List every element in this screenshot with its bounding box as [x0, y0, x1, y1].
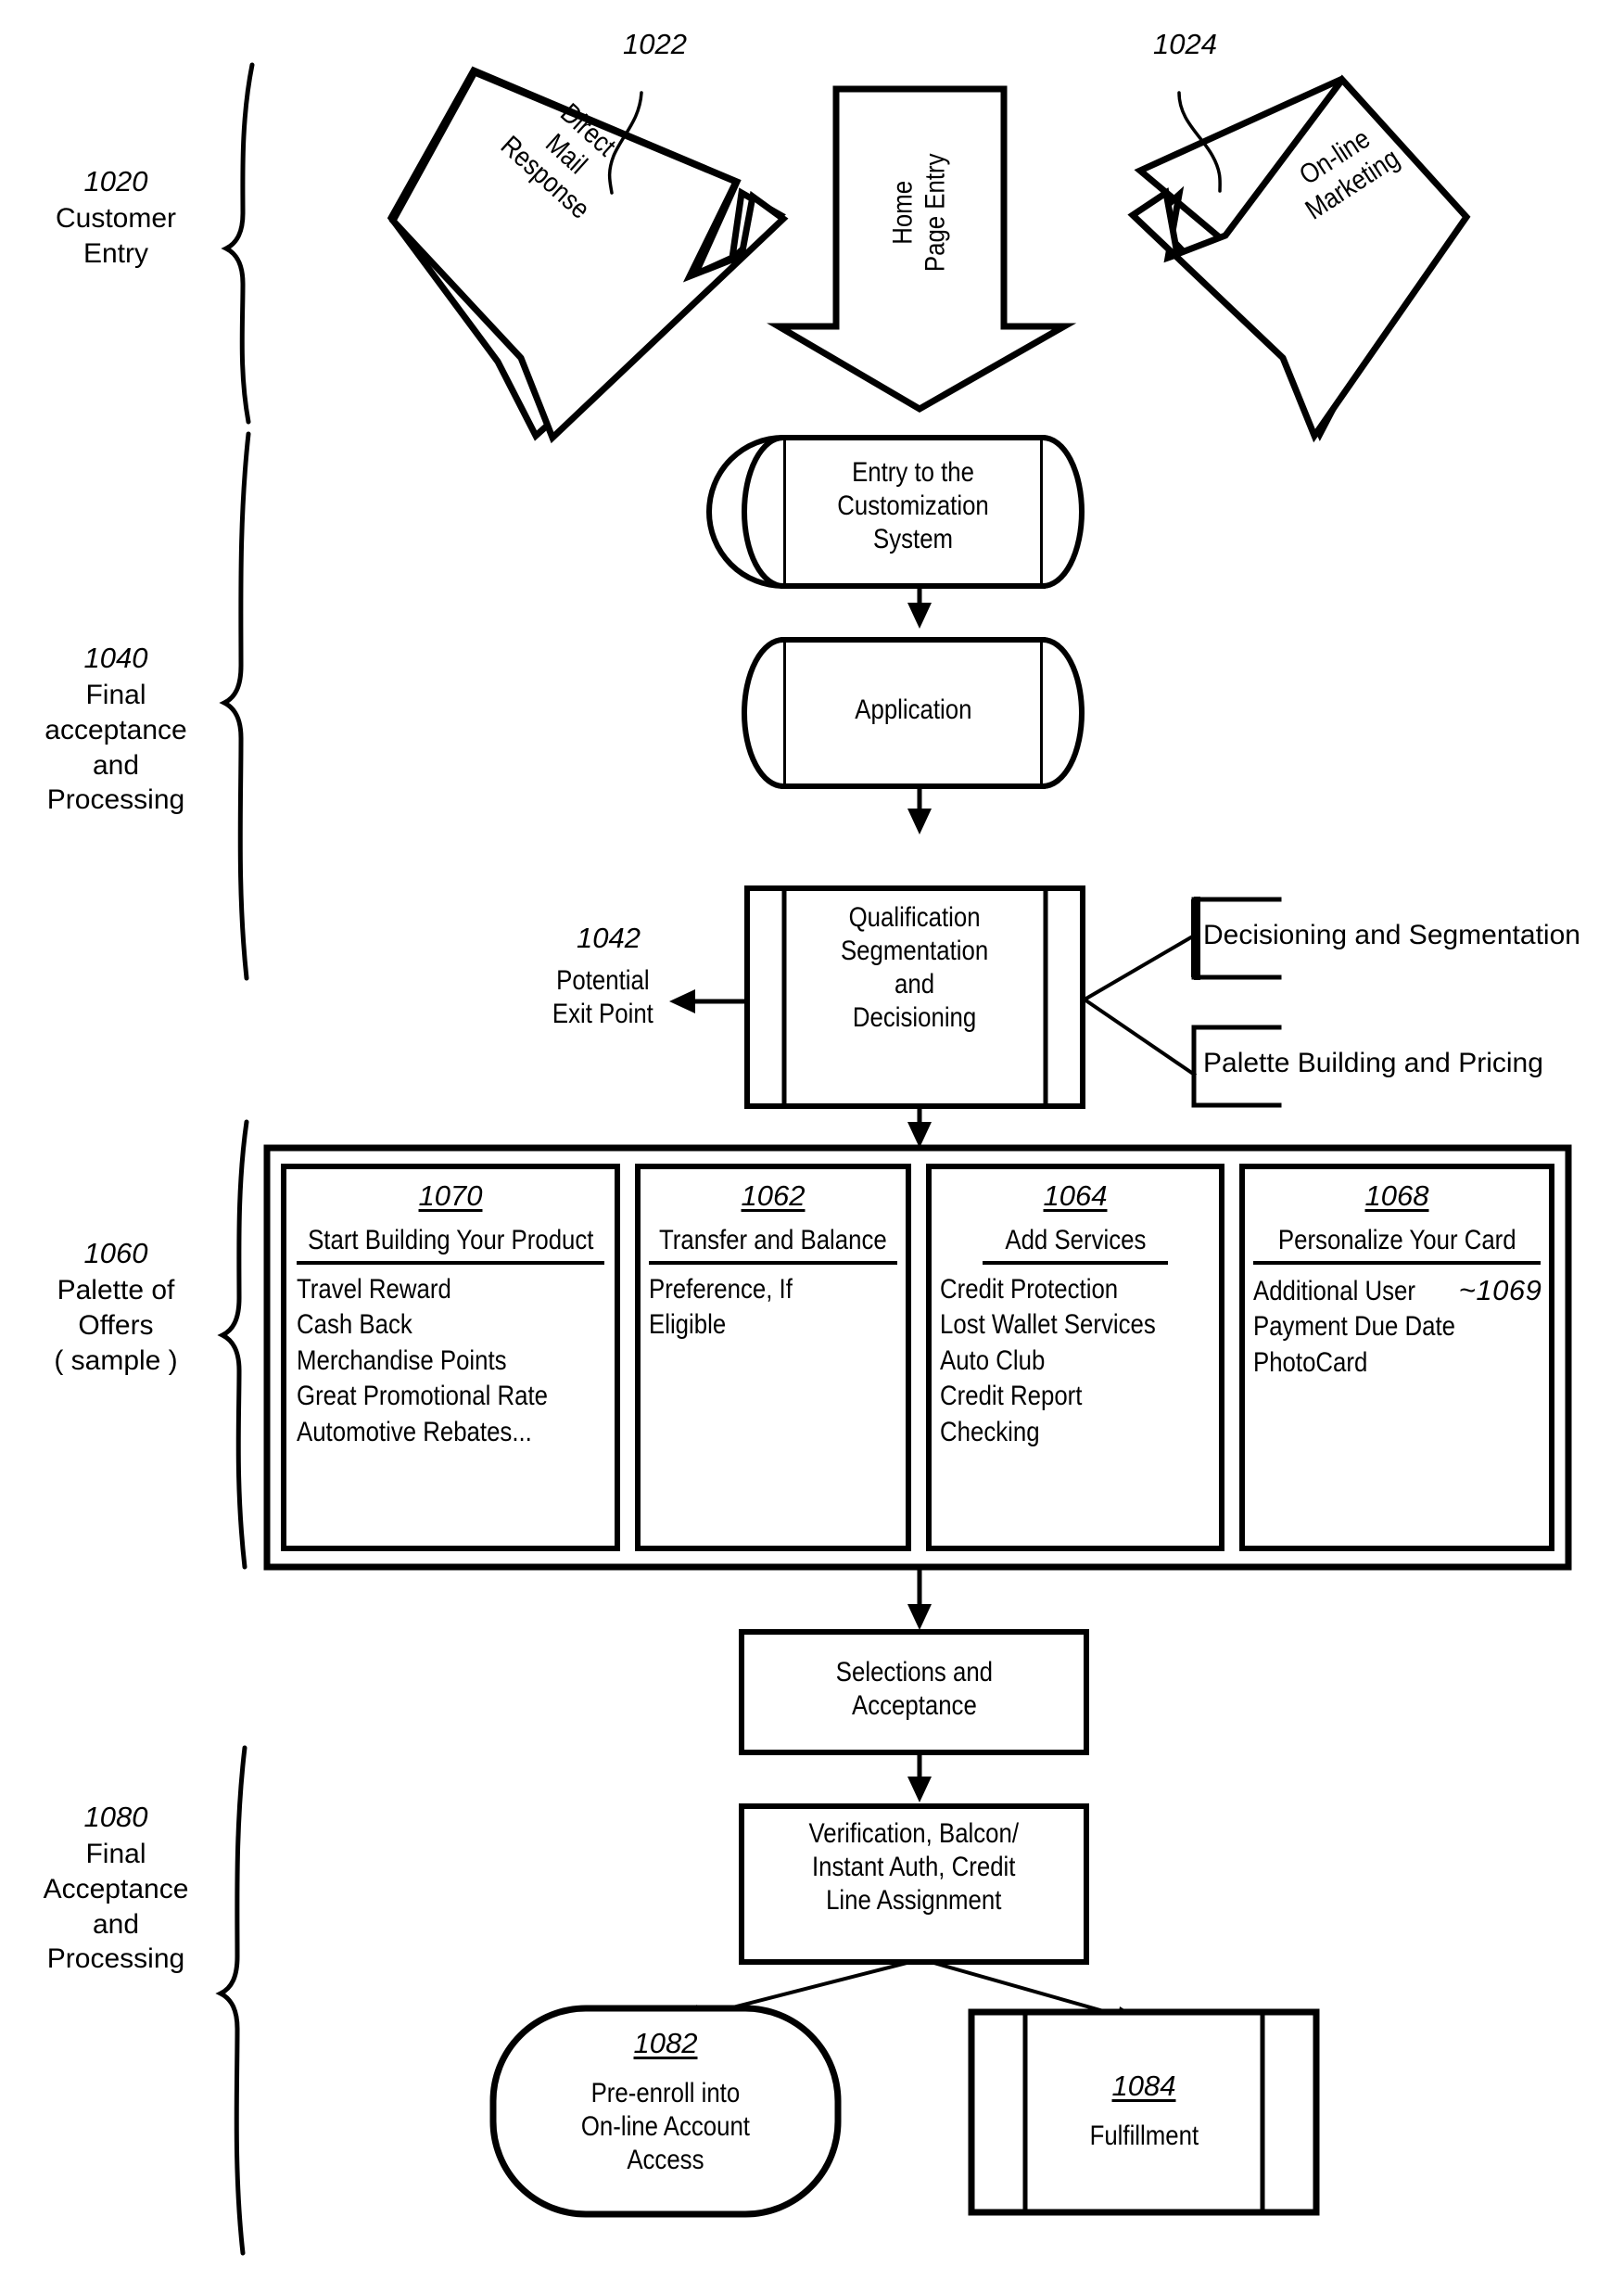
node-label-entry-to-customization-system: Entry to the Customization System — [837, 457, 989, 554]
section-label-1080: 1080 Final Acceptance and Processing — [9, 1799, 222, 1977]
palette-rule-1070 — [297, 1261, 604, 1265]
palette-heading-1068: Personalize Your Card — [1242, 1224, 1552, 1257]
palette-item: Travel Reward — [297, 1274, 451, 1305]
ref-1022: 1022 — [623, 28, 687, 60]
palette-rule-1062 — [649, 1261, 897, 1265]
exit-point-label: Potential Exit Point — [552, 965, 653, 1029]
connector-entry-to-application — [907, 583, 932, 629]
section-text-1040: Final acceptance and Processing — [44, 680, 187, 816]
section-brace-1080 — [215, 1745, 247, 2256]
palette-heading-text-1070: Start Building Your Product — [307, 1225, 594, 1255]
connector-application-to-qualification — [907, 783, 932, 834]
figure-canvas: 1020 Customer Entry 1040 Final acceptance a… — [0, 0, 1624, 2280]
entry-arrow-label-home-page: Home Page Entry — [887, 153, 951, 273]
node-num-1084: 1084 — [1111, 2070, 1176, 2102]
ref-1024: 1024 — [1153, 28, 1217, 60]
connector-palette-to-selections — [907, 1564, 932, 1630]
palette-rule-1064 — [983, 1261, 1168, 1265]
section-num-1040: 1040 — [83, 642, 148, 674]
node-label-fulfillment-text: Fulfillment — [1089, 2121, 1199, 2151]
connector-selections-to-verification — [907, 1750, 932, 1802]
section-brace-1060 — [217, 1119, 249, 1570]
node-label-fulfillment: Fulfillment — [1025, 2120, 1262, 2153]
palette-items-1064: Credit Protection Lost Wallet Services A… — [940, 1272, 1227, 1450]
palette-item: Automotive Rebates... — [297, 1416, 532, 1447]
palette-heading-1064: Add Services — [929, 1224, 1222, 1257]
connector-qualification-to-palette — [907, 1103, 932, 1148]
palette-items-1070: Travel Reward Cash Back Merchandise Poin… — [297, 1272, 612, 1450]
palette-inline-ref-1069: ~1069 — [1458, 1274, 1542, 1306]
palette-item: Payment Due Date — [1253, 1311, 1455, 1343]
section-text-1020: Customer Entry — [55, 203, 177, 269]
palette-item: Merchandise Points — [297, 1344, 507, 1376]
palette-item: Additional User — [1253, 1276, 1415, 1306]
palette-item: Lost Wallet Services — [940, 1309, 1156, 1341]
section-text-1060: Palette of Offers( sample ) — [54, 1275, 178, 1376]
section-label-1060: 1060 Palette of Offers( sample ) — [9, 1235, 222, 1378]
ref-1042: 1042 — [577, 922, 641, 954]
palette-item: Credit Report Checking — [940, 1381, 1083, 1447]
palette-item: PhotoCard — [1253, 1346, 1368, 1378]
palette-heading-text-1068: Personalize Your Card — [1277, 1225, 1516, 1255]
section-num-1080: 1080 — [83, 1801, 148, 1833]
node-label-preenroll: Pre-enroll into On-line Account Access — [580, 2078, 751, 2175]
palette-heading-text-1062: Transfer and Balance — [659, 1225, 887, 1255]
palette-num-1068: 1068 — [1364, 1179, 1429, 1212]
palette-num-1070: 1070 — [418, 1179, 483, 1212]
palette-heading-1070: Start Building Your Product — [284, 1224, 617, 1257]
palette-items-1068: Additional User ~1069 Payment Due Date P… — [1253, 1272, 1559, 1381]
palette-item: Preference, If Eligible — [649, 1274, 793, 1341]
flowchart-vector-layer — [215, 62, 1572, 2256]
section-brace-1020 — [221, 62, 255, 425]
palette-item: Auto Club — [940, 1344, 1046, 1376]
connector-qualification-to-sideboxes — [1083, 933, 1198, 1077]
node-label-application: Application — [854, 694, 972, 725]
palette-heading-1062: Transfer and Balance — [638, 1224, 908, 1257]
section-num-1060: 1060 — [83, 1237, 148, 1269]
section-brace-1040 — [219, 431, 251, 981]
palette-item: Great Promotional Rate — [297, 1381, 549, 1412]
section-label-1040: 1040 Final acceptance and Processing — [9, 640, 222, 818]
node-label-selections-and-acceptance: Selections and Acceptance — [835, 1657, 993, 1721]
node-fulfillment — [968, 2008, 1320, 2216]
section-num-1020: 1020 — [83, 165, 148, 197]
palette-item: Cash Back — [297, 1309, 412, 1341]
palette-num-1062: 1062 — [741, 1179, 806, 1212]
node-num-1082: 1082 — [633, 2027, 698, 2059]
node-label-qualification: Qualification Segmentation and Decisioning — [841, 902, 989, 1033]
palette-heading-text-1064: Add Services — [1004, 1225, 1147, 1255]
sidebox-label-palette-building: Palette Building and Pricing — [1203, 1048, 1543, 1078]
node-label-verification: Verification, Balcon/Instant Auth, Credi… — [808, 1818, 1020, 1916]
palette-rule-1068 — [1253, 1261, 1541, 1265]
palette-items-1062: Preference, If Eligible — [649, 1272, 908, 1344]
section-label-1020: 1020 Customer Entry — [9, 163, 222, 272]
palette-item: Credit Protection — [940, 1274, 1119, 1305]
palette-num-1064: 1064 — [1043, 1179, 1108, 1212]
section-text-1080: Final Acceptance and Processing — [43, 1839, 189, 1975]
sidebox-label-decisioning: Decisioning and Segmentation — [1203, 920, 1580, 950]
